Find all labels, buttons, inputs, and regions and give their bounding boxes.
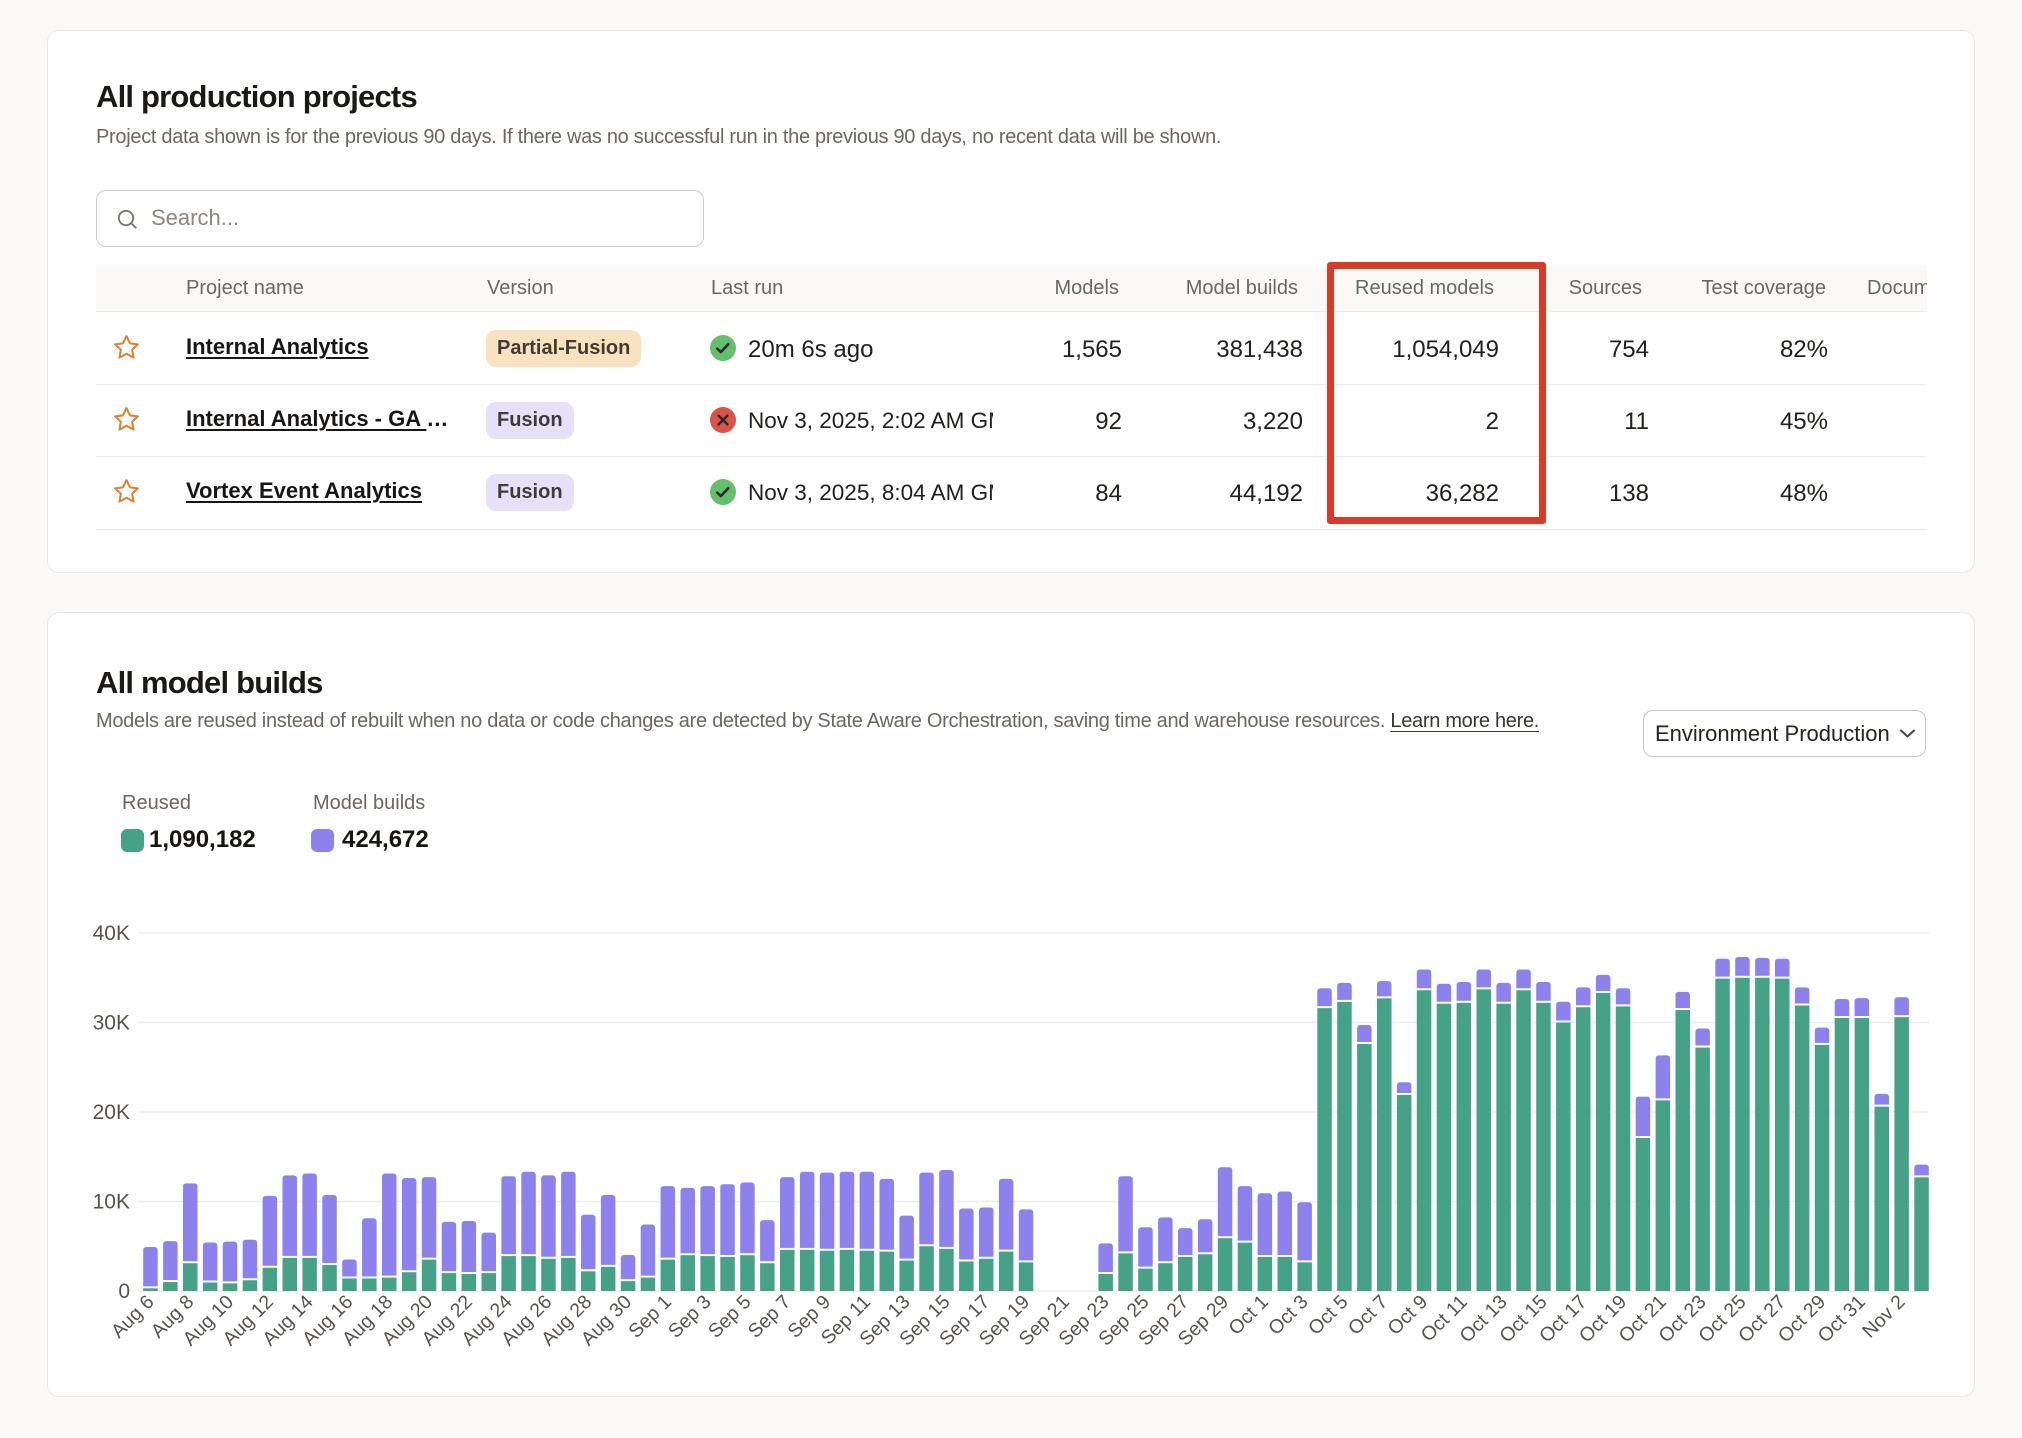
svg-text:40K: 40K [93, 922, 130, 945]
svg-text:Aug 6: Aug 6 [107, 1291, 159, 1343]
svg-text:Sep 3: Sep 3 [664, 1291, 716, 1343]
svg-text:0: 0 [118, 1280, 130, 1303]
svg-text:Oct 7: Oct 7 [1344, 1291, 1393, 1340]
svg-text:Sep 1: Sep 1 [624, 1291, 676, 1343]
svg-text:Nov 2: Nov 2 [1858, 1291, 1910, 1343]
svg-text:Sep 7: Sep 7 [744, 1291, 796, 1343]
svg-text:Oct 1: Oct 1 [1224, 1291, 1273, 1340]
svg-text:Oct 5: Oct 5 [1304, 1291, 1353, 1340]
svg-text:Sep 5: Sep 5 [704, 1291, 756, 1343]
svg-text:30K: 30K [93, 1012, 130, 1035]
svg-text:Oct 3: Oct 3 [1264, 1291, 1313, 1340]
svg-text:20K: 20K [93, 1101, 130, 1124]
svg-text:10K: 10K [93, 1191, 130, 1214]
